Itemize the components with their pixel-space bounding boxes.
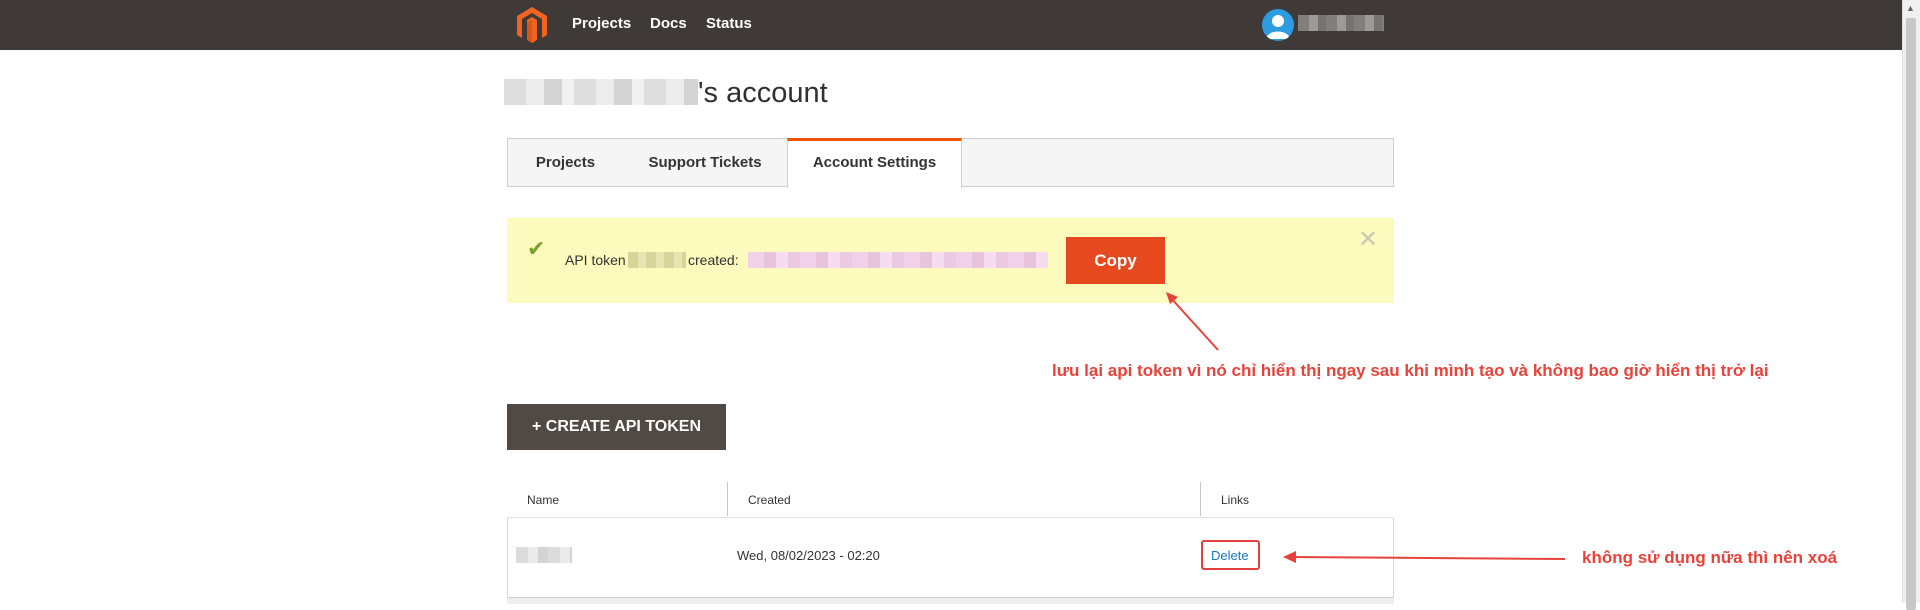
column-divider [727, 482, 728, 516]
column-header-links: Links [1221, 493, 1250, 507]
delete-annotation-note: không sử dụng nữa thì nên xoá [1582, 548, 1838, 567]
column-divider [1200, 482, 1201, 516]
close-icon[interactable]: ✕ [1358, 228, 1378, 252]
nav-projects-link[interactable]: Projects [572, 14, 631, 34]
copy-arrow [1169, 296, 1219, 351]
username-redacted[interactable] [1298, 15, 1384, 31]
nav-docs-link[interactable]: Docs [650, 14, 687, 34]
scroll-up-icon[interactable]: ▲ [1906, 3, 1915, 13]
tab-support-tickets[interactable]: Support Tickets [625, 138, 785, 187]
message-created-label: created: [688, 252, 739, 268]
page-title: 's account [698, 77, 828, 109]
copy-annotation-note: lưu lại api token vì nó chỉ hiển thị nga… [1052, 361, 1769, 380]
create-api-token-button[interactable]: + CREATE API TOKEN [507, 404, 726, 450]
user-avatar-icon[interactable] [1262, 9, 1294, 41]
delete-link[interactable]: Delete [1211, 548, 1249, 564]
column-header-created: Created [748, 493, 791, 507]
magento-logo[interactable] [515, 6, 549, 44]
token-name-redacted [628, 252, 686, 268]
tab-account-settings[interactable]: Account Settings [787, 138, 962, 188]
api-token-value-redacted[interactable] [748, 252, 1048, 268]
token-name-cell-redacted [516, 547, 572, 563]
scrollbar-thumb[interactable] [1906, 18, 1916, 610]
token-created-cell: Wed, 08/02/2023 - 02:20 [737, 548, 880, 563]
copy-button[interactable]: Copy [1066, 237, 1165, 284]
top-navbar [0, 0, 1902, 50]
table-row [507, 518, 1394, 597]
check-icon: ✔ [527, 236, 546, 261]
tab-projects[interactable]: Projects [508, 138, 623, 187]
nav-status-link[interactable]: Status [706, 14, 752, 34]
account-name-redacted [504, 79, 698, 105]
column-header-name: Name [527, 493, 560, 507]
message-prefix: API token [565, 252, 626, 268]
